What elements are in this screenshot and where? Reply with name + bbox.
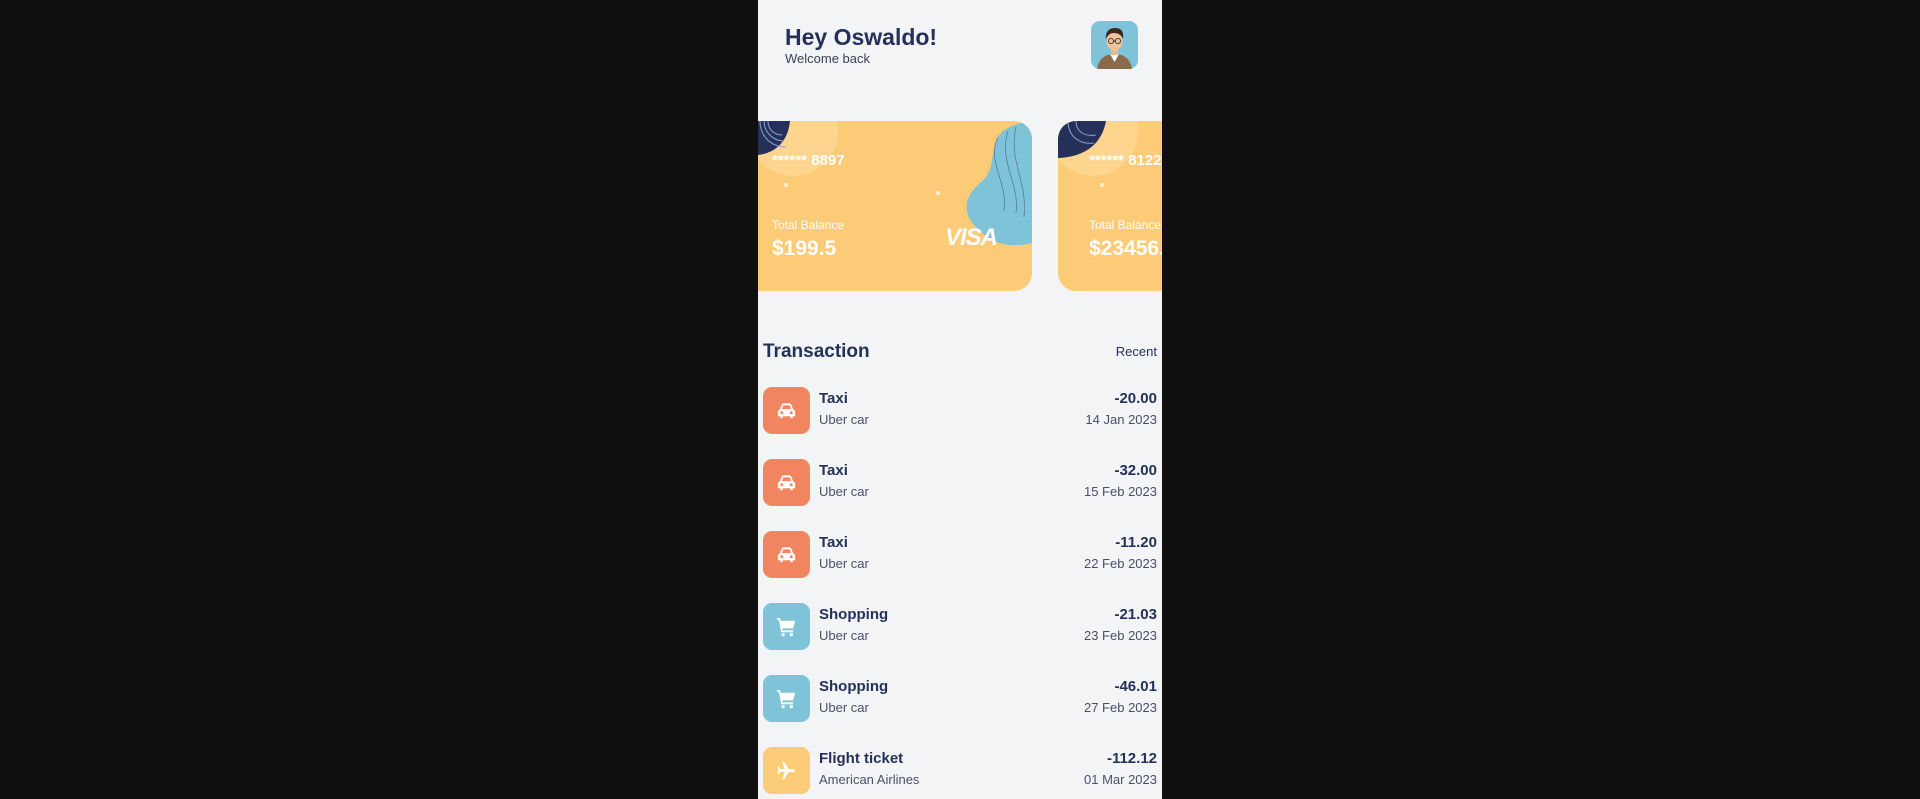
transaction-row[interactable]: Taxi Uber car -11.20 22 Feb 2023	[763, 531, 1157, 579]
transaction-row[interactable]: Taxi Uber car -32.00 15 Feb 2023	[763, 459, 1157, 507]
transaction-row[interactable]: Taxi Uber car -20.00 14 Jan 2023	[763, 387, 1157, 435]
app-screen: Hey Oswaldo! Welcome back ****** 8897 To…	[758, 0, 1162, 799]
transaction-subtitle: Uber car	[819, 412, 869, 427]
transaction-date: 15 Feb 2023	[1083, 484, 1157, 499]
transaction-row[interactable]: Shopping Uber car -46.01 27 Feb 2023	[763, 675, 1157, 723]
transaction-title: Transaction	[763, 341, 870, 362]
transaction-icon-tile	[763, 675, 810, 722]
balance-amount: $23456.	[1089, 237, 1162, 260]
card-wave-decoration	[1058, 121, 1138, 187]
transaction-amount: -21.03	[1114, 606, 1157, 623]
balance-amount: $199.5	[772, 237, 837, 260]
transaction-icon-tile	[763, 387, 810, 434]
balance-label: Total Balance	[1089, 218, 1162, 232]
person-avatar-icon	[1097, 28, 1132, 69]
greeting-subtitle: Welcome back	[785, 51, 871, 66]
transaction-amount: -20.00	[1114, 390, 1157, 407]
transaction-title: Taxi	[819, 390, 848, 407]
transaction-icon-tile	[763, 531, 810, 578]
card-number: ****** 8897	[772, 152, 845, 169]
transaction-subtitle: Uber car	[819, 700, 869, 715]
card-wave-decoration	[758, 121, 1032, 246]
transaction-subtitle: Uber car	[819, 484, 869, 499]
balance-label: Total Balance	[772, 218, 845, 232]
transaction-subtitle: Uber car	[819, 556, 869, 571]
transaction-date: 14 Jan 2023	[1085, 412, 1157, 427]
transaction-amount: -46.01	[1114, 678, 1157, 695]
transaction-icon-tile	[763, 747, 810, 794]
transaction-amount: -32.00	[1114, 462, 1157, 479]
transaction-amount: -112.12	[1106, 750, 1157, 767]
transaction-date: 01 Mar 2023	[1084, 772, 1157, 787]
avatar[interactable]	[1091, 21, 1138, 69]
card-visa[interactable]: ****** 8897 Total Balance $199.5 VISA	[758, 121, 1032, 291]
transaction-date: 22 Feb 2023	[1083, 556, 1157, 571]
transaction-date: 27 Feb 2023	[1083, 700, 1157, 715]
visa-logo: VISA	[945, 224, 998, 251]
transaction-icon-tile	[763, 459, 810, 506]
greeting-title: Hey Oswaldo!	[785, 24, 938, 50]
transaction-title: Flight ticket	[819, 750, 904, 767]
transaction-subtitle: Uber car	[819, 628, 869, 643]
transaction-title: Taxi	[819, 462, 848, 479]
transaction-row[interactable]: Shopping Uber car -21.03 23 Feb 2023	[763, 603, 1157, 651]
card-number: ****** 8122	[1089, 152, 1162, 169]
transaction-title: Shopping	[819, 678, 889, 695]
card-secondary[interactable]: ****** 8122 Total Balance $23456.	[1058, 121, 1162, 291]
transaction-title: Taxi	[819, 534, 848, 551]
transaction-amount: -11.20	[1115, 534, 1157, 551]
transaction-row[interactable]: Flight ticket American Airlines -112.12 01 …	[763, 747, 1157, 795]
transaction-title: Shopping	[819, 606, 889, 623]
recent-filter-link[interactable]: Recent	[1116, 344, 1157, 359]
transaction-icon-tile	[763, 603, 810, 650]
transaction-date: 23 Feb 2023	[1083, 628, 1157, 643]
transaction-subtitle: American Airlines	[819, 772, 920, 787]
